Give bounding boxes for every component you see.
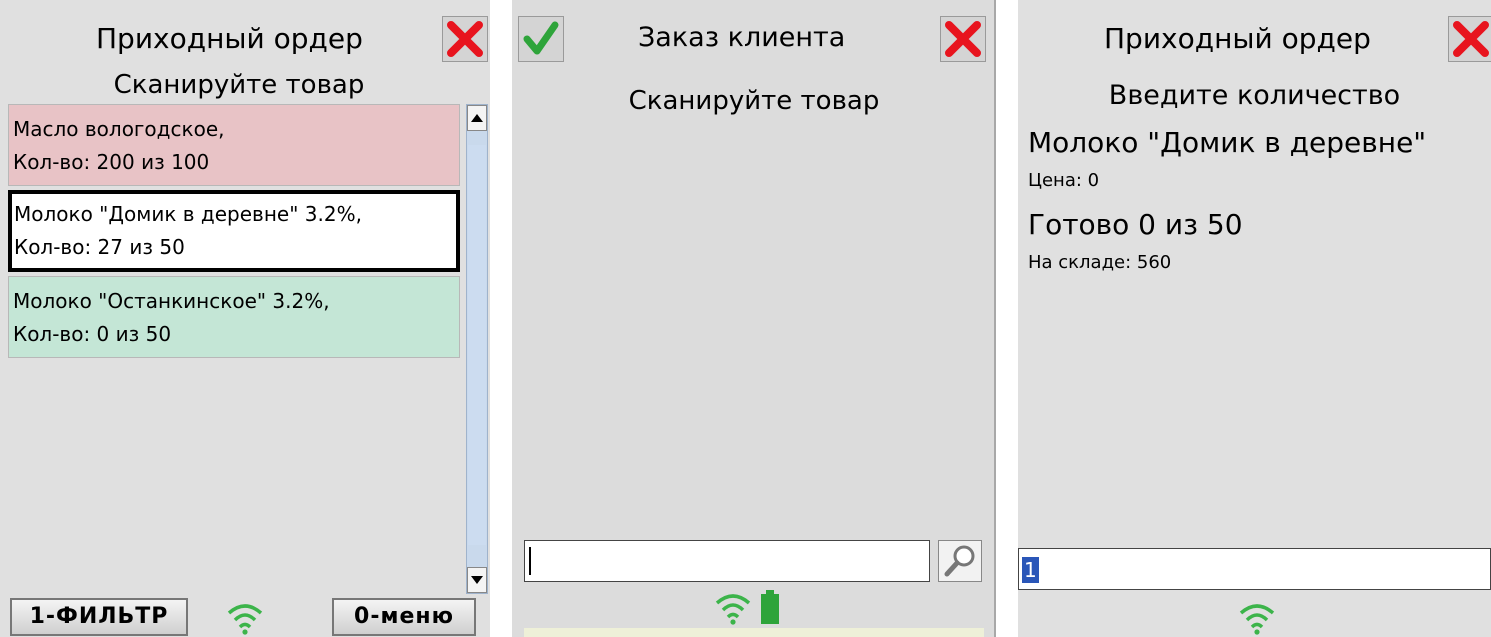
page-title: Приходный ордер (96, 22, 363, 55)
item-name: Молоко "Останкинское" 3.2%, (13, 289, 330, 313)
battery-icon (761, 590, 779, 624)
title-bar: Приходный ордер (0, 12, 490, 68)
arrow-down-icon (471, 576, 483, 584)
wifi-icon (715, 594, 751, 625)
text-caret (529, 547, 531, 575)
page-title: Приходный ордер (1104, 22, 1371, 55)
search-button[interactable] (938, 540, 982, 582)
wifi-icon (1239, 604, 1275, 635)
list-item-selected[interactable]: Молоко "Домик в деревне" 3.2%, Кол-во: 2… (8, 190, 460, 272)
scroll-down-button[interactable] (467, 567, 487, 593)
customer-order-screen: Заказ клиента Сканируйте товар (512, 0, 996, 637)
close-icon (1453, 21, 1489, 57)
item-name: Масло вологодское, (13, 117, 225, 141)
list-item[interactable]: Масло вологодское, Кол-во: 200 из 100 (8, 104, 460, 186)
product-name: Молоко "Домик в деревне" (1028, 126, 1427, 159)
progress-label: Готово 0 из 50 (1028, 208, 1243, 241)
search-icon (944, 545, 975, 577)
menu-softkey[interactable]: 0-меню (332, 598, 476, 636)
arrow-up-icon (471, 114, 483, 122)
status-strip (524, 628, 984, 637)
close-icon (945, 21, 981, 57)
item-quantity: Кол-во: 0 из 50 (13, 322, 172, 346)
price-label: Цена: 0 (1028, 170, 1100, 191)
close-button[interactable] (940, 16, 986, 62)
scrollbar[interactable] (466, 104, 488, 594)
quantity-prompt: Введите количество (1108, 80, 1401, 111)
scan-prompt: Сканируйте товар (628, 86, 880, 116)
list-item[interactable]: Молоко "Останкинское" 3.2%, Кол-во: 0 из… (8, 276, 460, 358)
scan-prompt: Сканируйте товар (113, 70, 365, 100)
scroll-up-button[interactable] (467, 105, 487, 131)
filter-softkey[interactable]: 1-ФИЛЬТР (10, 598, 188, 636)
close-button[interactable] (1448, 16, 1491, 62)
item-quantity: Кол-во: 200 из 100 (13, 150, 210, 174)
close-button[interactable] (442, 16, 488, 62)
barcode-input[interactable] (524, 540, 930, 582)
page-title: Заказ клиента (638, 22, 846, 53)
receipt-order-list-screen: Приходный ордер Сканируйте товар Масло в… (0, 0, 490, 637)
title-bar: Приходный ордер (1018, 12, 1491, 68)
confirm-button[interactable] (518, 16, 564, 62)
wifi-icon (227, 604, 263, 635)
stock-label: На складе: 560 (1028, 252, 1172, 273)
panel-border (994, 0, 996, 637)
item-quantity: Кол-во: 27 из 50 (14, 235, 185, 259)
quantity-value: 1 (1022, 557, 1039, 583)
quantity-entry-screen: Приходный ордер Введите количество Молок… (1018, 0, 1491, 637)
quantity-input[interactable]: 1 (1018, 548, 1491, 590)
item-name: Молоко "Домик в деревне" 3.2%, (14, 202, 362, 226)
title-bar: Заказ клиента (512, 12, 996, 68)
scroll-thumb[interactable] (468, 145, 486, 545)
checkmark-icon (523, 21, 559, 55)
close-icon (447, 21, 483, 57)
